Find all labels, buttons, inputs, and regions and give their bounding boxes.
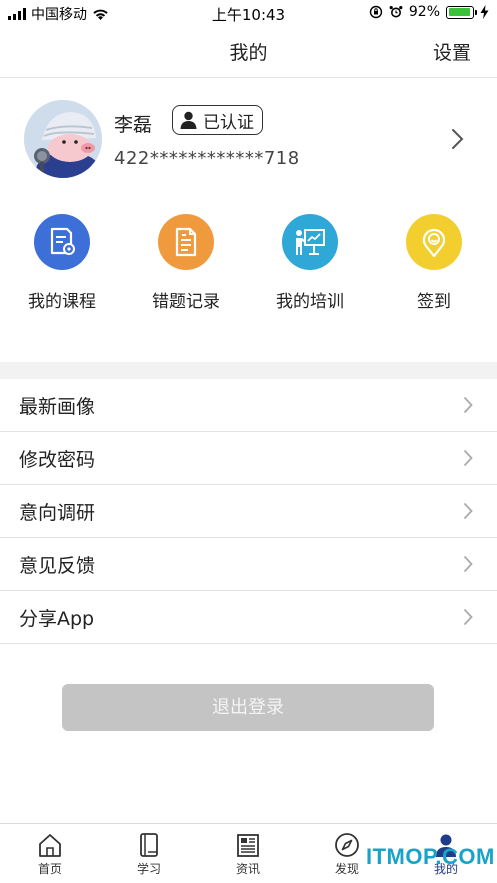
- charging-icon: [480, 5, 489, 19]
- chevron-right-icon: [463, 555, 473, 573]
- quick-action-label: 错题记录: [152, 292, 220, 312]
- page-title: 我的: [229, 42, 268, 64]
- chevron-right-icon: [463, 396, 473, 414]
- menu-item-intention-survey[interactable]: 意向调研: [0, 485, 497, 538]
- navigation-bar: 我的 设置: [0, 26, 497, 78]
- avatar: [24, 100, 102, 178]
- menu-item-label: 意向调研: [19, 502, 96, 524]
- battery-icon: [446, 5, 477, 19]
- verified-label: 已认证: [203, 112, 254, 133]
- chevron-right-icon: [463, 502, 473, 520]
- alarm-icon: [389, 6, 403, 18]
- quick-actions: 我的课程 错题记录 我的培训 签到: [0, 214, 497, 324]
- chevron-right-icon: [452, 129, 464, 149]
- settings-menu: 最新画像 修改密码 意向调研 意见反馈 分享App: [0, 379, 497, 644]
- rotation-lock-icon: [369, 5, 383, 19]
- logout-button[interactable]: 退出登录: [62, 684, 434, 731]
- tab-label: 学习: [136, 862, 161, 876]
- chevron-right-icon: [463, 608, 473, 626]
- menu-item-label: 分享App: [19, 608, 95, 630]
- tab-news[interactable]: 资讯: [213, 832, 283, 877]
- battery-percent: 92%: [408, 4, 440, 20]
- status-bar: 中国移动 上午10:43 92%: [0, 0, 497, 26]
- menu-item-label: 最新画像: [19, 396, 96, 418]
- quick-action-my-training[interactable]: 我的培训: [248, 214, 372, 312]
- quick-action-check-in[interactable]: 签到: [372, 214, 496, 312]
- tab-home[interactable]: 首页: [15, 832, 85, 877]
- avatar-image: [24, 100, 102, 178]
- quick-action-my-courses[interactable]: 我的课程: [0, 214, 124, 312]
- watermark: ITMOP.COM: [366, 844, 495, 869]
- mistake-record-icon: [158, 214, 214, 270]
- profile-card[interactable]: 李磊 已认证 422************718: [24, 98, 474, 182]
- course-document-icon: [34, 214, 90, 270]
- check-in-location-icon: [406, 214, 462, 270]
- user-id-number: 422************718: [114, 148, 300, 169]
- menu-item-label: 意见反馈: [19, 555, 96, 577]
- book-icon: [140, 833, 158, 857]
- menu-item-feedback[interactable]: 意见反馈: [0, 538, 497, 591]
- quick-action-label: 我的课程: [28, 292, 96, 312]
- quick-action-mistake-records[interactable]: 错题记录: [124, 214, 248, 312]
- verified-badge: 已认证: [172, 105, 263, 135]
- tab-label: 资讯: [235, 862, 260, 876]
- training-presentation-icon: [282, 214, 338, 270]
- quick-action-label: 我的培训: [276, 292, 344, 312]
- chevron-right-icon: [463, 449, 473, 467]
- quick-action-label: 签到: [417, 292, 451, 312]
- user-name: 李磊: [114, 114, 153, 136]
- tab-label: 首页: [37, 862, 62, 876]
- menu-item-label: 修改密码: [19, 449, 96, 471]
- home-icon: [39, 834, 61, 857]
- news-icon: [237, 834, 259, 857]
- menu-item-latest-portrait[interactable]: 最新画像: [0, 379, 497, 432]
- compass-icon: [335, 833, 359, 857]
- section-divider: [0, 362, 497, 379]
- settings-button[interactable]: 设置: [433, 38, 471, 65]
- menu-item-share-app[interactable]: 分享App: [0, 591, 497, 644]
- person-icon: [180, 111, 197, 129]
- menu-item-change-password[interactable]: 修改密码: [0, 432, 497, 485]
- tab-study[interactable]: 学习: [114, 832, 184, 877]
